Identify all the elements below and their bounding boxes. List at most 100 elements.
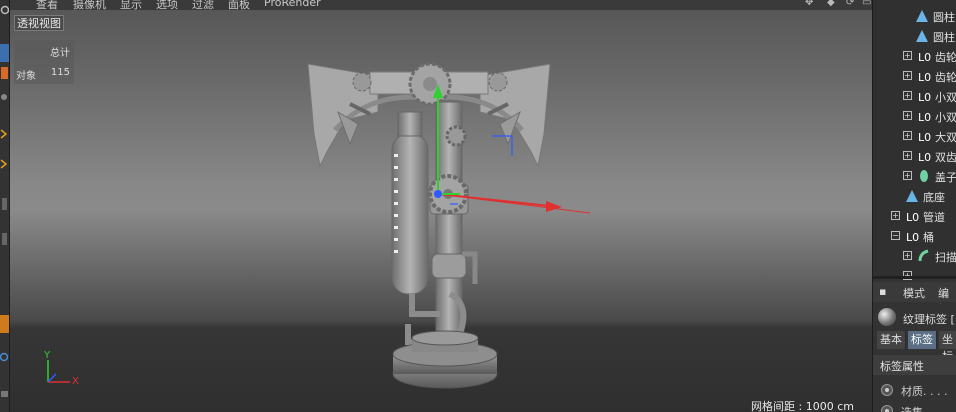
tree-item[interactable]: + L0 齿轮 (873, 66, 956, 86)
null-object-icon: L0 (917, 109, 931, 124)
model-mode-icon[interactable] (0, 44, 9, 62)
tree-item[interactable]: + L0 管道 (873, 206, 956, 226)
expand-icon[interactable]: + (903, 51, 912, 60)
animate-toggle-icon[interactable] (881, 384, 893, 396)
selection-label: 选集 (901, 404, 923, 412)
move-view-icon[interactable]: ✥ (805, 0, 813, 8)
tag-title: 纹理标签 [ (903, 313, 955, 326)
null-object-icon: L0 (917, 49, 931, 64)
svg-text:L0: L0 (918, 151, 931, 163)
perspective-viewport[interactable]: 透视视图 总计 对象 115 Y X 网格间距: 1000 cm (10, 10, 872, 412)
edges-mode-icon[interactable] (0, 125, 9, 143)
cone-icon (915, 29, 929, 43)
tab-tag[interactable]: 标签 (908, 331, 937, 349)
expand-icon[interactable]: + (891, 211, 900, 220)
rotate-view-icon[interactable]: ⟳ (846, 0, 854, 8)
expand-icon[interactable]: + (903, 131, 912, 140)
null-object-icon: L0 (905, 229, 919, 244)
animate-toggle-icon[interactable] (881, 405, 893, 412)
tag-properties-section: 标签属性 (873, 355, 956, 375)
workplane-icon[interactable] (0, 315, 9, 333)
menu-prorender[interactable]: ProRender (264, 0, 321, 9)
maximize-view-icon[interactable]: ▭ (862, 0, 871, 8)
axis-x-label: X (72, 376, 79, 387)
svg-text:L0: L0 (906, 231, 919, 243)
section-title: 标签属性 (880, 360, 924, 373)
svg-text:L0: L0 (918, 91, 931, 103)
view-name-label[interactable]: 透视视图 (14, 15, 64, 31)
null-object-icon: L0 (905, 209, 919, 224)
menu-view[interactable]: 查看 (36, 0, 58, 10)
expand-icon[interactable]: + (903, 111, 912, 120)
steampunk-model[interactable] (300, 54, 590, 394)
tree-item[interactable]: + 盖子 (873, 166, 956, 186)
svg-text:L0: L0 (906, 211, 919, 223)
menu-filter[interactable]: 过滤 (192, 0, 214, 10)
menu-display[interactable]: 显示 (120, 0, 142, 10)
snap-icon[interactable] (0, 230, 9, 248)
material-ball-icon (878, 308, 896, 326)
tree-item[interactable]: 圆柱 (873, 6, 956, 26)
expand-icon[interactable]: + (903, 151, 912, 160)
sweep-icon (917, 249, 931, 263)
tree-item[interactable]: + L0 大双 (873, 126, 956, 146)
expand-icon[interactable]: + (903, 91, 912, 100)
tree-item[interactable]: − L0 桶 (873, 226, 956, 246)
null-object-icon: L0 (917, 89, 931, 104)
menu-panel[interactable]: 面板 (228, 0, 250, 10)
grid-spacing-readout: 网格间距 : 1000 cm (751, 400, 854, 412)
cone-icon (915, 9, 929, 23)
panel-divider[interactable] (873, 276, 956, 279)
tab-coords[interactable]: 坐标 (939, 331, 956, 363)
square-icon: ▪ (879, 285, 887, 298)
null-object-icon: L0 (917, 69, 931, 84)
tree-item[interactable]: + L0 双齿 (873, 146, 956, 166)
collapse-icon[interactable]: − (891, 231, 900, 240)
locked-workplane-icon[interactable] (0, 348, 9, 366)
null-object-icon: L0 (917, 149, 931, 164)
svg-text:L0: L0 (918, 71, 931, 83)
svg-text:L0: L0 (918, 51, 931, 63)
null-object-icon: L0 (917, 129, 931, 144)
expand-icon[interactable]: + (903, 171, 912, 180)
texture-mode-icon[interactable] (0, 64, 9, 82)
scene-stats-panel: 总计 对象 115 (14, 40, 74, 84)
attribute-manager-menu: ▪ 模式 编辑 (873, 282, 956, 316)
gear-icon[interactable] (0, 4, 10, 22)
left-toolbar (0, 0, 10, 412)
tab-basic[interactable]: 基本 (877, 331, 906, 349)
stats-header: 总计 (50, 48, 70, 59)
expand-icon[interactable]: + (903, 251, 912, 260)
capsule-icon (917, 169, 931, 183)
polygons-mode-icon[interactable] (0, 155, 9, 173)
right-panel: 圆柱 圆柱 + L0 齿轮 + L0 齿轮 + L0 小双 + L0 小双 + … (872, 0, 956, 412)
texture-tag-header: 纹理标签 [ (873, 304, 956, 330)
object-manager-tree: 圆柱 圆柱 + L0 齿轮 + L0 齿轮 + L0 小双 + L0 小双 + … (873, 0, 956, 280)
menu-mode[interactable]: 模式 (903, 285, 925, 301)
stats-object-count: 115 (50, 67, 70, 78)
tree-item[interactable]: + L0 小双 (873, 86, 956, 106)
planar-workplane-icon[interactable] (0, 385, 9, 403)
attribute-sub-tabs: 基本 标签 坐标 (873, 331, 956, 363)
cone-icon (905, 189, 919, 203)
zoom-view-icon[interactable]: ◆ (827, 0, 835, 8)
svg-text:L0: L0 (918, 111, 931, 123)
menu-camera[interactable]: 摄像机 (73, 0, 106, 10)
tree-item[interactable]: 底座 (873, 186, 956, 206)
selection-row[interactable]: 选集 (873, 401, 956, 412)
viewport-menubar: 查看 摄像机 显示 选项 过滤 面板 ProRender ✥ ◆ ⟳ ▭ (10, 0, 872, 10)
tree-item[interactable]: + L0 小双 (873, 106, 956, 126)
tree-item[interactable]: 圆柱 (873, 26, 956, 46)
tree-item[interactable]: + L0 齿轮 (873, 46, 956, 66)
material-row[interactable]: 材质. . . . (873, 380, 956, 400)
cinema4d-window: 查看 摄像机 显示 选项 过滤 面板 ProRender ✥ ◆ ⟳ ▭ 透视视… (0, 0, 956, 412)
axis-y-label: Y (44, 350, 51, 361)
material-label: 材质. . . . (901, 385, 948, 398)
points-mode-icon[interactable] (0, 88, 9, 106)
expand-icon[interactable]: + (903, 71, 912, 80)
menu-options[interactable]: 选项 (156, 0, 178, 10)
stats-object-label: 对象 (16, 71, 36, 82)
tree-item[interactable]: + 扫描 (873, 246, 956, 266)
svg-text:L0: L0 (918, 131, 931, 143)
axis-mode-icon[interactable] (0, 195, 9, 213)
